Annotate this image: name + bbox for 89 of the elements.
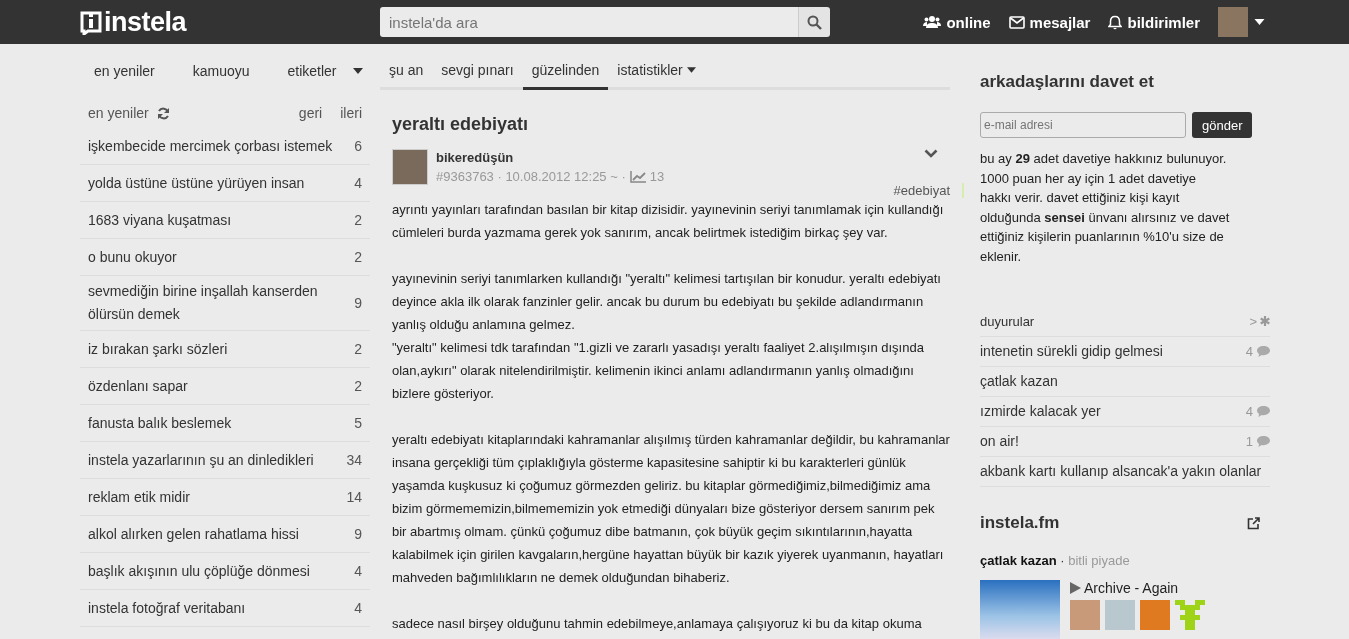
nav-tab[interactable]: güzelinden bbox=[522, 52, 609, 90]
nav-tab[interactable]: istatistikler bbox=[608, 52, 705, 90]
announcement-link[interactable]: akbank kartı kullanıp alsancak'a yakın olanlar bbox=[980, 460, 1270, 483]
send-button[interactable]: gönder bbox=[1192, 112, 1253, 138]
bell-icon bbox=[1108, 14, 1123, 30]
next-link[interactable]: ileri bbox=[340, 105, 362, 121]
caret-icon bbox=[1254, 19, 1265, 25]
notifications-link[interactable]: bildirimler bbox=[1108, 13, 1200, 31]
online-link[interactable]: online bbox=[923, 13, 991, 31]
topic-link[interactable]: instela fotoğraf veritabanı bbox=[88, 596, 345, 620]
topic-link[interactable]: iz bırakan şarkı sözleri bbox=[88, 337, 345, 361]
topic-link[interactable]: fanusta balık beslemek bbox=[88, 411, 345, 435]
topic-title: yeraltı edebiyatı bbox=[392, 114, 530, 135]
topic-link[interactable]: sevmediğin birine inşallah kanserden ölürsün demek bbox=[88, 280, 345, 326]
track-title: Archive - Again bbox=[1084, 580, 1179, 596]
chart-icon bbox=[629, 170, 646, 183]
nav-tab[interactable]: kamuoyu bbox=[192, 63, 250, 79]
entry-count: 2 bbox=[354, 247, 362, 267]
thumbnail-image[interactable] bbox=[1070, 600, 1100, 630]
external-link-icon[interactable] bbox=[1247, 516, 1260, 530]
nav-tab[interactable]: sevgi pınarı bbox=[432, 52, 523, 90]
entry-paragraph: yeraltı edebiyatı kitaplarındaki kahramanlar alışılmış türden kahramanlar değildir, bu kahramanlar insana gerçekliği tüm çıplaklığıyla gösterme kapasitesine sahiptir ki bu karakterleri günlük yaşamda kuşkusuz ki çoğumuz görmezden geliriz. bu kitaplar görmediğimiz,bilmediğimiz ama bizim görmememizin,bilmememizin yok etmediği dünyaları bize gösteriyor dersem sanırım pek bir abartmış olmam. çünkü çoğumuz dibe batmanın, çok büyük geçim sıkıntılarının,hayatta kalabilmek için girilen kavgaların,hergüne hayattan büyük bir kazık yiyerek uyanmanın, hayatları mahveden bağımlılıkların ne demek olduğundan bihaberiz. bbox=[392, 431, 950, 587]
comment-icon bbox=[1257, 406, 1270, 417]
entry-count: 5 bbox=[354, 413, 362, 433]
view-count: 13 bbox=[649, 169, 665, 184]
entry-count: 4 bbox=[354, 598, 362, 618]
tag-link[interactable]: #edebiyat bbox=[893, 183, 950, 198]
announcement-link[interactable]: on air! bbox=[980, 430, 1246, 453]
list-title: en yeniler bbox=[88, 105, 149, 121]
nav-tab[interactable]: etiketler bbox=[287, 63, 337, 79]
users-icon bbox=[923, 15, 942, 29]
asterisk-icon bbox=[1260, 316, 1270, 326]
topic-link[interactable]: reklam etik midir bbox=[88, 485, 337, 509]
caret-icon bbox=[352, 68, 363, 74]
announcement-link[interactable]: çatlak kazan bbox=[980, 370, 1270, 393]
comment-count: 4 bbox=[1245, 343, 1253, 361]
comment-icon bbox=[1257, 436, 1270, 447]
comment-count: 1 bbox=[1245, 433, 1253, 451]
topic-link[interactable]: o bunu okuyor bbox=[88, 245, 345, 269]
comment-icon bbox=[1257, 346, 1270, 357]
radio-title: instela.fm bbox=[980, 513, 1061, 533]
announcement-link[interactable]: ızmirde kalacak yer bbox=[980, 400, 1246, 423]
announcement-link[interactable]: intenetin sürekli gidip gelmesi bbox=[980, 340, 1246, 363]
entry-paragraph: yayınevinin seriyi tanımlarken kullandığı "yeraltı" kelimesi tartışılan bir konudur. yeraltı edebiyatı deyince akla ilk olarak fanzinler gelir. ancak bu durum bu edebiyatı bu şekilde adlandırmanın yanlış olduğu anlamına gelmez. "yeraltı" kelimesi tdk tarafından "1.gizli ve zararlı yasadışı yeraltı faaliyet 2.alışılmışın dışında olan,aykırı" olarak nitelendirilmiştir. kelimenin ikinci anlamı adlandırmanın yanlış olmadığını bizlere gösteriyor. bbox=[392, 270, 942, 403]
nav-tab[interactable]: şu an bbox=[380, 52, 433, 90]
invite-title: arkadaşlarını davet et bbox=[980, 72, 1155, 92]
play-icon[interactable] bbox=[1070, 582, 1081, 594]
entry-count: 2 bbox=[354, 210, 362, 230]
topic-link[interactable]: alkol alırken gelen rahatlama hissi bbox=[88, 522, 345, 546]
entry-count: 14 bbox=[346, 487, 362, 507]
author-photo[interactable] bbox=[392, 149, 428, 185]
dj-name[interactable]: çatlak kazan bbox=[980, 553, 1057, 568]
messages-link[interactable]: mesajlar bbox=[1008, 13, 1091, 31]
entry-count: 6 bbox=[354, 136, 362, 156]
topic-link[interactable]: 1683 viyana kuşatması bbox=[88, 208, 345, 232]
refresh-icon[interactable] bbox=[156, 106, 170, 120]
back-link[interactable]: geri bbox=[298, 105, 323, 121]
search-button[interactable] bbox=[798, 7, 830, 37]
entry-count: 4 bbox=[354, 561, 362, 581]
entry-count: 4 bbox=[354, 173, 362, 193]
entry-meta: #9363763 · 10.08.2012 12:25 ~ · bbox=[436, 169, 626, 184]
separator-dot: · bbox=[1060, 553, 1065, 568]
nav-tab[interactable]: en yeniler bbox=[94, 63, 155, 79]
topic-link[interactable]: özdenlanı sapar bbox=[88, 374, 345, 398]
logo-text[interactable]: instela bbox=[104, 6, 187, 38]
topic-link[interactable]: başlık akışının ulu çöplüğe dönmesi bbox=[88, 559, 345, 583]
search-field[interactable]: instela'da ara bbox=[380, 7, 798, 37]
search-icon bbox=[807, 14, 822, 30]
entry-count: 2 bbox=[354, 339, 362, 359]
thumbnail-image[interactable] bbox=[1105, 600, 1135, 630]
entry-count: 34 bbox=[346, 450, 362, 470]
mail-icon bbox=[1008, 15, 1025, 29]
chevron-icon[interactable] bbox=[924, 149, 938, 158]
topic-link[interactable]: yolda üstüne üstüne yürüyen insan bbox=[88, 171, 345, 195]
entry-paragraph: ayrıntı yayınları tarafından basılan bir kitap dizisidir. yayınevinin seriyi tanımlamak için kullandığı cümleleri burda yazmama gerek yok sanırım, ancak belirtmek istediğim birkaç şey var. bbox=[392, 201, 945, 242]
caret-icon bbox=[686, 66, 696, 73]
entry-count: 9 bbox=[354, 293, 362, 313]
entry-count: 2 bbox=[354, 376, 362, 396]
invite-text: bu ay 29 adet davetiye hakkınız bulunuyor. 1000 puan her ay için 1 adet davetiye hakkı verir. davet ettiğiniz kişi kayıt olduğunda sensei ünvanı alırsınız ve davet ettiğiniz kişilerin puanlarının %10'u size de eklenir. bbox=[980, 150, 1230, 266]
topic-link[interactable]: instela yazarlarının şu an dinledikleri bbox=[88, 448, 337, 472]
topic-link[interactable]: işkembecide mercimek çorbası istemek bbox=[88, 134, 345, 158]
entry-paragraph: sadece nasıl birşey olduğunu tahmin edebilmeye,anlamaya çalışıyoruz ki bu da kitap okuma bbox=[392, 615, 923, 633]
author-name[interactable]: bikeredüşün bbox=[436, 150, 665, 165]
entry-count: 9 bbox=[354, 524, 362, 544]
email-field[interactable]: e-mail adresi bbox=[980, 112, 1186, 138]
logo-icon bbox=[80, 9, 102, 35]
comment-count: 4 bbox=[1245, 403, 1253, 421]
thumbnail-image[interactable] bbox=[1140, 600, 1170, 630]
announcements-title[interactable]: duyurular bbox=[980, 313, 1035, 329]
